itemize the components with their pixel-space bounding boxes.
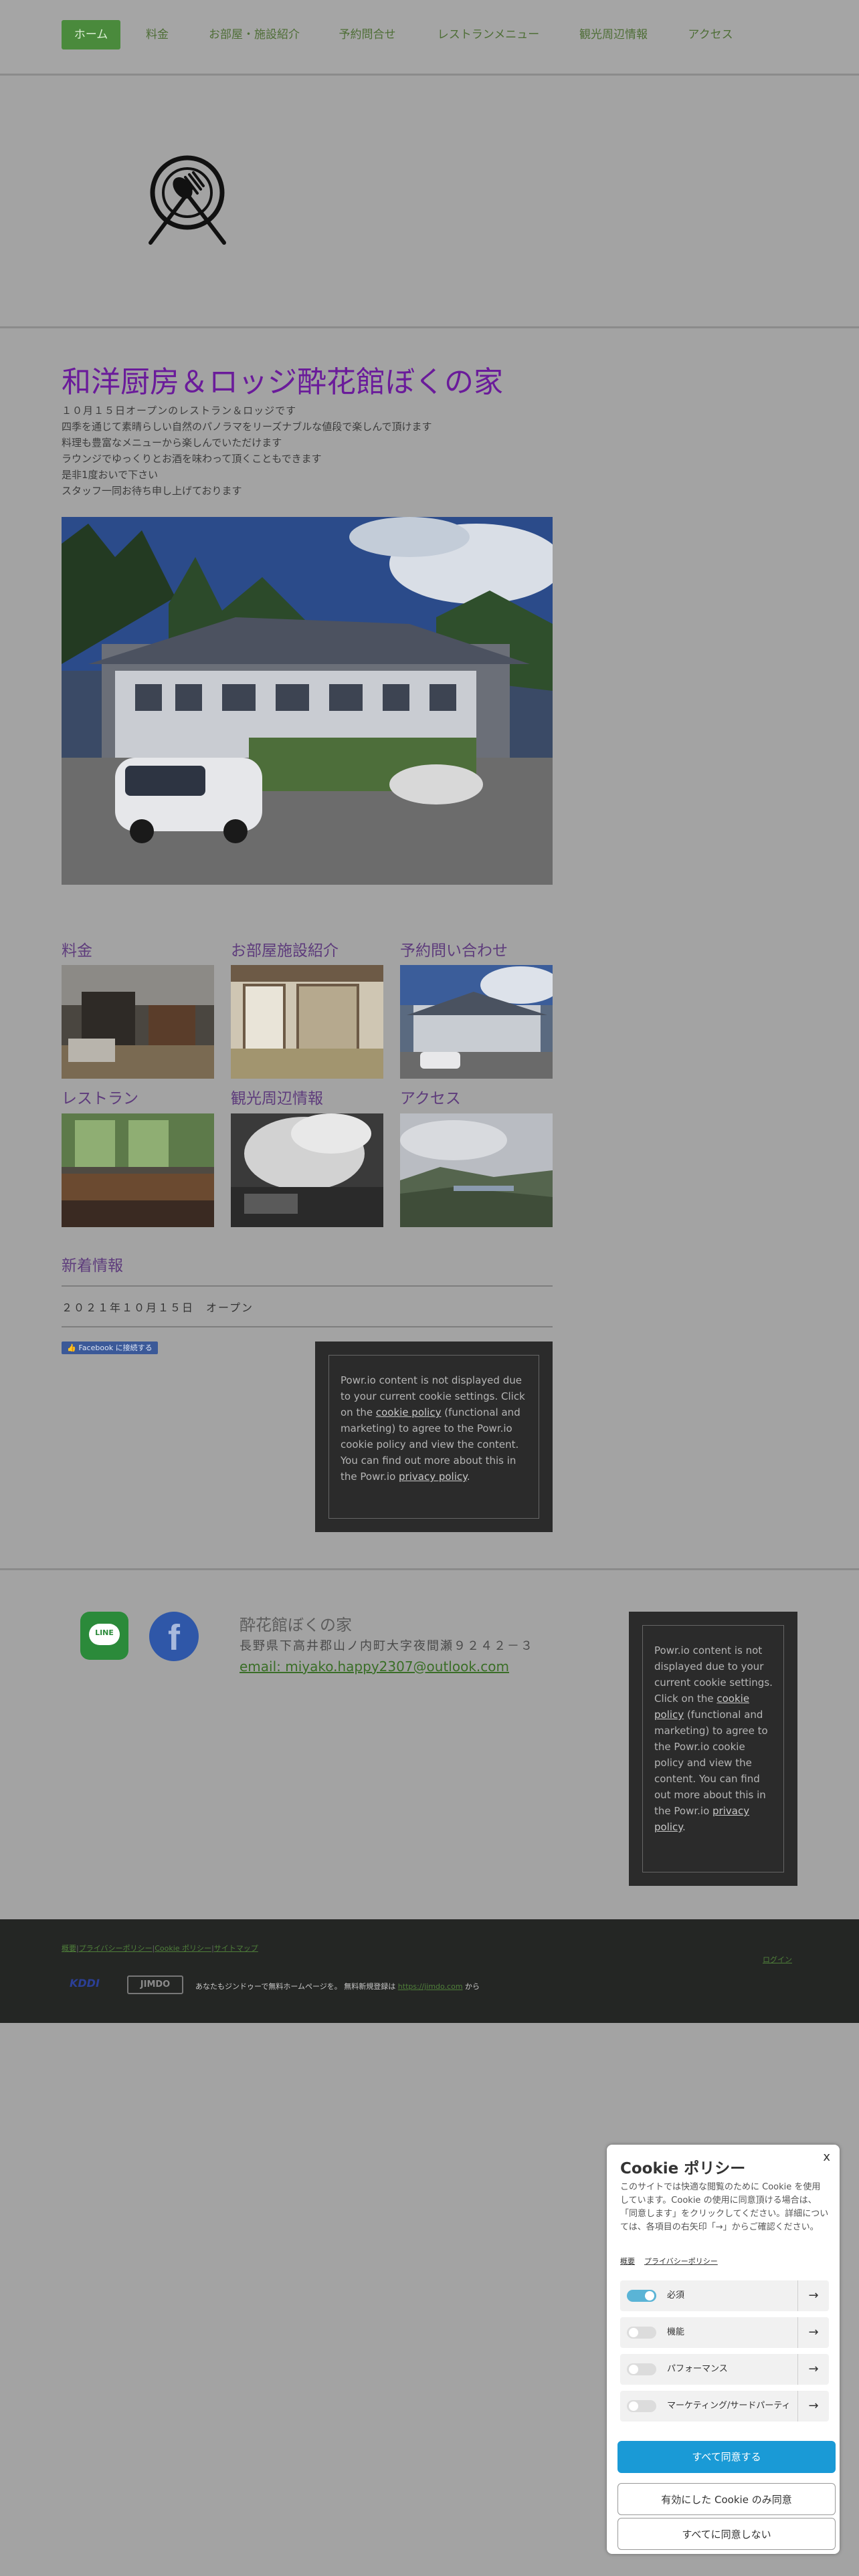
news-heading: 新着情報 bbox=[62, 1257, 123, 1275]
intro-text: 料理も豊富なメニューから楽しんでいただけます bbox=[62, 437, 282, 449]
nav-item-access[interactable]: アクセス bbox=[673, 20, 748, 49]
privacy-policy-link[interactable]: privacy policy bbox=[399, 1471, 467, 1483]
hero-photo-lodge bbox=[62, 517, 553, 885]
tile-label-reservation[interactable]: 予約問い合わせ bbox=[400, 938, 508, 960]
tile-photo-price[interactable] bbox=[62, 965, 214, 1079]
facebook-connect-button[interactable]: 👍 Facebook に接続する bbox=[62, 1341, 158, 1354]
intro-text: スタッフ一同お待ち申し上げております bbox=[62, 485, 242, 497]
cookie-dialog-title: Cookie ポリシー bbox=[620, 2160, 746, 2177]
venue-name: 酔花館ぼくの家 bbox=[240, 1616, 352, 1634]
nav-item-home[interactable]: ホーム bbox=[62, 20, 120, 49]
nav-item-rooms[interactable]: お部屋・施設紹介 bbox=[197, 20, 311, 49]
tile-photo-access[interactable] bbox=[400, 1113, 553, 1227]
arrow-right-icon[interactable]: → bbox=[797, 2317, 829, 2348]
nav-item-price[interactable]: 料金 bbox=[134, 20, 181, 49]
category-label: マーケティング/サードパーティ bbox=[667, 2401, 791, 2411]
page-title: 和洋厨房＆ロッジ酔花館ぼくの家 bbox=[62, 365, 503, 399]
jimdo-footer: 概要|プライバシーポリシー|Cookie ポリシー|サイトマップ ログイン KD… bbox=[0, 1919, 859, 2023]
venue-address: 長野県下高井郡山ノ内町大字夜間瀬９２４２－３ bbox=[240, 1639, 534, 1653]
cookie-dialog-body: このサイトでは快適な閲覧のために Cookie を使用しています。Cookie … bbox=[620, 2182, 829, 2232]
email-link[interactable]: email: miyako.happy2307@outlook.com bbox=[240, 1658, 509, 1675]
powr-notice: Powr.io content is not displayed due to … bbox=[642, 1625, 784, 1872]
tile-photo-restaurant[interactable] bbox=[62, 1113, 214, 1227]
powr-blocked-widget: Powr.io content is not displayed due to … bbox=[629, 1612, 797, 1886]
cookie-category-functional[interactable]: 機能 → bbox=[620, 2317, 829, 2348]
nav-item-restaurant-menu[interactable]: レストランメニュー bbox=[423, 20, 554, 49]
logo-band bbox=[0, 76, 859, 328]
jimdo-logo[interactable]: JIMDO bbox=[127, 1975, 183, 1994]
cookie-category-performance[interactable]: パフォーマンス → bbox=[620, 2354, 829, 2385]
cookie-policy-footer-link[interactable]: Cookie ポリシー bbox=[155, 1944, 211, 1953]
kddi-logo[interactable]: KDDI bbox=[70, 1977, 100, 1990]
divider bbox=[62, 1326, 553, 1327]
cookie-privacy-link[interactable]: プライバシーポリシー bbox=[644, 2257, 718, 2266]
divider bbox=[62, 1285, 553, 1287]
tile-photo-reservation[interactable] bbox=[400, 965, 553, 1079]
login-link[interactable]: ログイン bbox=[763, 1954, 792, 1965]
about-link[interactable]: 概要 bbox=[62, 1944, 76, 1953]
intro-text: 是非1度おいで下さい bbox=[62, 469, 159, 481]
tile-label-rooms[interactable]: お部屋施設紹介 bbox=[231, 938, 339, 960]
category-label: 必須 bbox=[667, 2290, 685, 2300]
divider bbox=[0, 1568, 859, 1570]
line-icon[interactable]: LINE bbox=[80, 1612, 128, 1660]
tile-label-sightseeing[interactable]: 観光周辺情報 bbox=[231, 1085, 323, 1108]
cookie-category-required[interactable]: 必須 → bbox=[620, 2280, 829, 2311]
tile-label-access[interactable]: アクセス bbox=[400, 1085, 461, 1108]
cookie-dialog-links: 概要 プライバシーポリシー bbox=[620, 2256, 718, 2266]
powr-notice: Powr.io content is not displayed due to … bbox=[328, 1355, 539, 1519]
close-icon[interactable]: x bbox=[823, 2150, 830, 2164]
arrow-right-icon[interactable]: → bbox=[797, 2391, 829, 2422]
required-toggle[interactable] bbox=[627, 2290, 656, 2302]
facebook-icon[interactable]: f bbox=[149, 1612, 199, 1661]
jimdo-signup-link[interactable]: https://jimdo.com bbox=[398, 1982, 463, 1991]
tile-photo-sightseeing[interactable] bbox=[231, 1113, 383, 1227]
tile-label-price[interactable]: 料金 bbox=[62, 938, 92, 960]
tile-photo-rooms[interactable] bbox=[231, 965, 383, 1079]
cookie-policy-link[interactable]: cookie policy bbox=[376, 1406, 442, 1418]
marketing-toggle[interactable] bbox=[627, 2400, 656, 2412]
cookie-consent-dialog: Cookie ポリシー x このサイトでは快適な閲覧のために Cookie を使… bbox=[607, 2145, 840, 2554]
powr-blocked-widget: Powr.io content is not displayed due to … bbox=[315, 1341, 553, 1532]
cookie-category-marketing[interactable]: マーケティング/サードパーティ → bbox=[620, 2391, 829, 2422]
arrow-right-icon[interactable]: → bbox=[797, 2354, 829, 2385]
accept-all-button[interactable]: すべて同意する bbox=[617, 2441, 836, 2473]
nav-item-reservation[interactable]: 予約問合せ bbox=[328, 20, 407, 49]
tile-label-restaurant[interactable]: レストラン bbox=[62, 1085, 138, 1108]
performance-toggle[interactable] bbox=[627, 2363, 656, 2375]
jimdo-promo: あなたもジンドゥーで無料ホームページを。 無料新規登録は https://jim… bbox=[195, 1982, 480, 1991]
accept-selected-button[interactable]: 有効にした Cookie のみ同意 bbox=[617, 2483, 836, 2515]
intro-text: ラウンジでゆっくりとお酒を味わって頂くこともできます bbox=[62, 453, 322, 465]
restaurant-plate-cutlery-icon[interactable] bbox=[137, 149, 237, 249]
functional-toggle[interactable] bbox=[627, 2327, 656, 2339]
top-navigation: ホーム 料金 お部屋・施設紹介 予約問合せ レストランメニュー 観光周辺情報 ア… bbox=[0, 0, 859, 76]
arrow-right-icon[interactable]: → bbox=[797, 2280, 829, 2311]
category-label: 機能 bbox=[667, 2327, 685, 2337]
legal-links: 概要|プライバシーポリシー|Cookie ポリシー|サイトマップ bbox=[62, 1944, 258, 1953]
intro-text: 四季を通じて素晴らしい自然のパノラマをリーズナブルな値段で楽しんで頂けます bbox=[62, 421, 432, 433]
reject-all-button[interactable]: すべてに同意しない bbox=[617, 2518, 836, 2550]
thumbs-up-icon: 👍 bbox=[67, 1344, 76, 1352]
intro-text: １０月１５日オープンのレストラン＆ロッジです bbox=[62, 405, 297, 417]
sitemap-link[interactable]: サイトマップ bbox=[214, 1944, 258, 1953]
category-label: パフォーマンス bbox=[667, 2364, 728, 2374]
news-item: ２０２１年１０月１５日 オープン bbox=[62, 1301, 254, 1314]
nav-item-sightseeing[interactable]: 観光周辺情報 bbox=[570, 20, 657, 49]
privacy-link[interactable]: プライバシーポリシー bbox=[79, 1944, 153, 1953]
cookie-overview-link[interactable]: 概要 bbox=[620, 2257, 635, 2266]
